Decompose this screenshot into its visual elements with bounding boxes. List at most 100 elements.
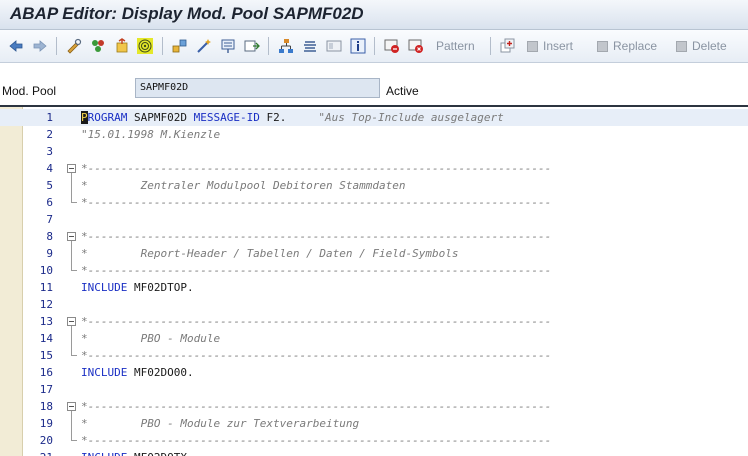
code-text: *---------------------------------------… [81, 347, 551, 364]
layout-icon[interactable] [326, 38, 342, 54]
code-text: * Report-Header / Tabellen / Daten / Fie… [81, 245, 459, 262]
navigation-window-icon[interactable] [244, 38, 260, 54]
fold-toggle-icon[interactable] [67, 164, 76, 173]
line-number: 13 [39, 315, 53, 328]
code-token: MF02DO00. [127, 366, 194, 379]
code-text: *---------------------------------------… [81, 398, 551, 415]
window-title: ABAP Editor: Display Mod. Pool SAPMF02D [10, 4, 364, 23]
code-text: *---------------------------------------… [81, 160, 551, 177]
where-used-list-icon[interactable] [172, 38, 188, 54]
code-line[interactable]: 3 [0, 143, 748, 160]
stack-icon[interactable] [302, 38, 318, 54]
code-line[interactable]: 5 * Zentraler Modulpool Debitoren Stammda… [0, 177, 748, 194]
code-line[interactable]: 17 [0, 381, 748, 398]
pretty-printer-icon[interactable] [196, 38, 212, 54]
code-text: *---------------------------------------… [81, 262, 551, 279]
program-type-label: Mod. Pool [2, 84, 57, 98]
comment: "15.01.1998 M.Kienzle [81, 128, 221, 141]
back-icon[interactable] [8, 38, 24, 54]
line-number: 14 [39, 332, 53, 345]
insert-button[interactable]: Insert [543, 39, 573, 53]
code-line[interactable]: 20 *-------------------------------------… [0, 432, 748, 449]
code-line[interactable]: 8 *--------------------------------------… [0, 228, 748, 245]
code-text: * PBO - Module zur Textverarbeitung [81, 415, 359, 432]
comment: *---------------------------------------… [81, 196, 552, 209]
delete-button[interactable]: Delete [692, 39, 727, 53]
comment: "Aus Top-Include ausgelagert [318, 111, 504, 124]
code-line[interactable]: 14 * PBO - Module [0, 330, 748, 347]
insert-line-icon[interactable] [527, 41, 538, 52]
session-breakpoint-icon[interactable] [408, 38, 424, 54]
pattern-button[interactable]: Pattern [436, 39, 475, 53]
fold-toggle-icon[interactable] [67, 402, 76, 411]
code-line[interactable]: 13 *-------------------------------------… [0, 313, 748, 330]
code-line[interactable]: 9 * Report-Header / Tabellen / Daten / Fi… [0, 245, 748, 262]
comment: * PBO - Module zur Textverarbeitung [81, 417, 360, 430]
code-line[interactable]: 2 "15.01.1998 M.Kienzle [0, 126, 748, 143]
line-number: 11 [39, 281, 53, 294]
object-list-icon[interactable] [220, 38, 236, 54]
line-number: 3 [46, 145, 53, 158]
fold-toggle-icon[interactable] [67, 317, 76, 326]
code-line[interactable]: 7 [0, 211, 748, 228]
keyword: INCLUDE [81, 281, 128, 294]
fold-guide-end [71, 440, 77, 441]
fold-guide [71, 241, 72, 270]
code-line[interactable]: 6 *--------------------------------------… [0, 194, 748, 211]
code-editor[interactable]: 1 PROGRAM SAPMF02D MESSAGE-ID F2. "Aus Top… [0, 105, 748, 456]
comment: * Report-Header / Tabellen / Daten / Fie… [81, 247, 459, 260]
line-number: 21 [23, 449, 53, 456]
code-line[interactable]: 16 INCLUDE MF02DO00. [0, 364, 748, 381]
line-number: 5 [46, 179, 53, 192]
code-line[interactable]: 21 INCLUDE MF02DOTX. [0, 449, 748, 456]
code-token: F2. [259, 111, 287, 124]
line-number: 6 [46, 196, 53, 209]
test-icon[interactable] [137, 38, 153, 54]
code-line[interactable]: 19 * PBO - Module zur Textverarbeitung [0, 415, 748, 432]
display-change-icon[interactable] [66, 38, 82, 54]
fold-guide [71, 173, 72, 202]
hierarchy-icon[interactable] [278, 38, 294, 54]
program-name-field[interactable]: SAPMF02D [135, 78, 380, 98]
code-line[interactable]: 4 *--------------------------------------… [0, 160, 748, 177]
forward-icon[interactable] [32, 38, 48, 54]
code-text: *---------------------------------------… [81, 228, 551, 245]
activate-icon[interactable] [114, 38, 130, 54]
line-number: 4 [46, 162, 53, 175]
check-icon[interactable] [90, 38, 106, 54]
replace-line-icon[interactable] [597, 41, 608, 52]
code-line[interactable]: 18 *-------------------------------------… [0, 398, 748, 415]
line-number: 9 [46, 247, 53, 260]
line-number: 16 [39, 366, 53, 379]
replace-button[interactable]: Replace [613, 39, 657, 53]
code-line[interactable]: 15 *-------------------------------------… [0, 347, 748, 364]
code-text: * Zentraler Modulpool Debitoren Stammdat… [81, 177, 406, 194]
line-number: 10 [39, 264, 53, 277]
comment: * PBO - Module [81, 332, 221, 345]
code-text: *---------------------------------------… [81, 313, 551, 330]
comment: *---------------------------------------… [81, 230, 552, 243]
line-number: 1 [46, 111, 53, 124]
keyword: MESSAGE-ID [193, 111, 260, 124]
program-status: Active [386, 84, 419, 98]
code-line[interactable]: 10 *-------------------------------------… [0, 262, 748, 279]
keyword: ROGRAM [87, 111, 128, 124]
code-line[interactable]: 12 [0, 296, 748, 313]
breakpoint-icon[interactable] [384, 38, 400, 54]
comment: *---------------------------------------… [81, 264, 552, 277]
code-text: PROGRAM SAPMF02D MESSAGE-ID F2. "Aus Top-… [81, 109, 504, 126]
code-text: *---------------------------------------… [81, 432, 551, 449]
fold-guide [71, 326, 72, 355]
line-number: 8 [46, 230, 53, 243]
line-number: 7 [46, 213, 53, 226]
info-icon[interactable] [350, 38, 366, 54]
code-text: INCLUDE MF02DO00. [81, 364, 194, 381]
fold-toggle-icon[interactable] [67, 232, 76, 241]
fold-guide [71, 411, 72, 440]
delete-line-icon[interactable] [676, 41, 687, 52]
fold-guide-end [71, 355, 77, 356]
code-line[interactable]: 11 INCLUDE MF02DTOP. [0, 279, 748, 296]
concatenate-icon[interactable] [500, 38, 516, 54]
code-line[interactable]: 1 PROGRAM SAPMF02D MESSAGE-ID F2. "Aus Top… [0, 109, 748, 126]
comment: *---------------------------------------… [81, 349, 552, 362]
